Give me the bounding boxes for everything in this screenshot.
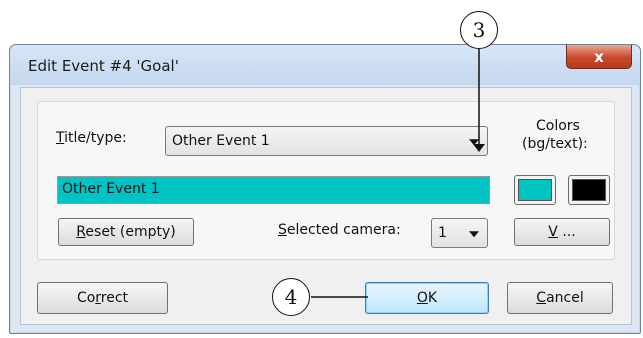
callout-3-arrowhead: [473, 144, 485, 152]
callout-3: 3: [460, 11, 498, 49]
callout-lines: [311, 48, 485, 298]
callout-4: 4: [272, 278, 310, 316]
